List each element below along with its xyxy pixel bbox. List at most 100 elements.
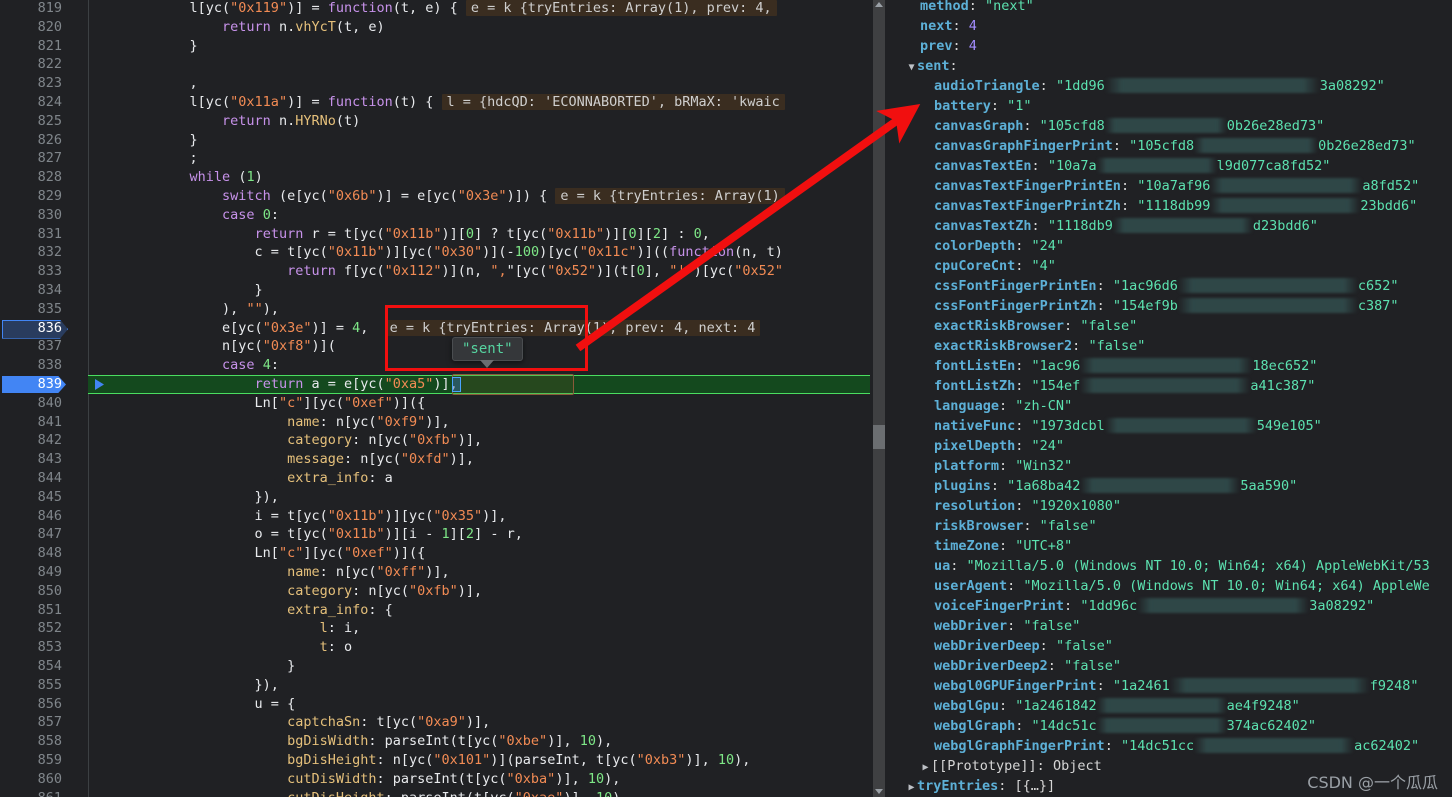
code-line[interactable]: return r = t[yc("0x11b")][0] ? t[yc("0x1… [92,225,710,244]
code-line[interactable]: case 4: [92,356,279,375]
inspector-row[interactable]: platform: "Win32" [934,456,1072,476]
scroll-up-icon[interactable] [875,2,883,7]
code-line[interactable]: extra_info: { [92,601,393,620]
line-number[interactable]: 832 [0,243,62,262]
line-number[interactable]: 819 [0,0,62,18]
code-line[interactable]: captchaSn: t[yc("0xa9")], [92,713,490,732]
code-line[interactable]: extra_info: a [92,469,393,488]
inspector-row[interactable]: exactRiskBrowser2: "false" [934,336,1145,356]
inspector-row[interactable]: webDriver: "false" [934,616,1080,636]
chevron-right-icon[interactable]: ▶ [920,758,931,778]
code-line[interactable]: } [92,281,263,300]
inspector-row[interactable]: method: "next" [920,0,1034,16]
inspector-row[interactable]: language: "zh-CN" [934,396,1072,416]
editor-scrollbar-thumb[interactable] [873,425,885,449]
code-line[interactable]: u = { [92,695,296,714]
code-line[interactable]: , [92,74,198,93]
code-line[interactable]: l[yc("0x119")] = function(t, e) { e = k … [92,0,777,18]
code-line[interactable]: l[yc("0x11a")] = function(t) { l = {hdcQ… [92,93,785,112]
line-number[interactable]: 851 [0,601,62,620]
line-number[interactable]: 847 [0,525,62,544]
line-number[interactable]: 820 [0,18,62,37]
inspector-row[interactable]: nativeFunc: "1973dcbl 549e105" [934,416,1322,436]
editor-scrollbar[interactable] [870,0,888,797]
line-number[interactable]: 830 [0,206,62,225]
code-line[interactable]: o = t[yc("0x11b")][i - 1][2] - r, [92,525,523,544]
line-number[interactable]: 836 [0,319,62,338]
code-line[interactable]: name: n[yc("0xf9")], [92,413,450,432]
line-number[interactable]: 841 [0,413,62,432]
inspector-row[interactable]: canvasTextFingerPrintZh: "1118db99 23bdd6… [934,196,1417,216]
line-number[interactable]: 846 [0,507,62,526]
line-number[interactable]: 854 [0,657,62,676]
inspector-row[interactable]: webgl0GPUFingerPrint: "1a2461 f9248" [934,676,1419,696]
line-number[interactable]: 857 [0,713,62,732]
code-line[interactable]: cutDisWidth: parseInt(t[yc("0xba")], 10)… [92,770,620,789]
inspector-row[interactable]: cpuCoreCnt: "4" [934,256,1056,276]
code-line[interactable]: bgDisHeight: n[yc("0x101")](parseInt, t[… [92,751,750,770]
line-number[interactable]: 853 [0,638,62,657]
line-number[interactable]: 852 [0,619,62,638]
line-number[interactable]: 828 [0,168,62,187]
inspector-row[interactable]: resolution: "1920x1080" [934,496,1121,516]
line-number[interactable]: 822 [0,55,62,74]
inspector-row[interactable]: webglGpu: "1a2461842 ae4f9248" [934,696,1300,716]
line-number[interactable]: 860 [0,770,62,789]
inspector-row[interactable]: audioTriangle: "1dd96 3a08292" [934,76,1385,96]
inspector-row[interactable]: ▶ tryEntries: [{…}] [906,776,1055,796]
line-number[interactable]: 849 [0,563,62,582]
inspector-row[interactable]: canvasGraphFingerPrint: "105cfd8 0b26e28e… [934,136,1416,156]
inspector-row[interactable]: webDriverDeep2: "false" [934,656,1121,676]
inspector-row[interactable]: fontListEn: "1ac96 18ec652" [934,356,1317,376]
inspector-row[interactable]: userAgent: "Mozilla/5.0 (Windows NT 10.0… [934,576,1430,596]
code-line[interactable]: bgDisWidth: parseInt(t[yc("0xbe")], 10), [92,732,612,751]
line-number[interactable]: 829 [0,187,62,206]
inspector-row[interactable]: colorDepth: "24" [934,236,1064,256]
code-line[interactable]: l: i, [92,619,361,638]
code-line[interactable]: case 0: [92,206,279,225]
code-line[interactable]: Ln["c"][yc("0xef")]({ [92,544,426,563]
inspector-row[interactable]: ▼ sent: [906,56,957,78]
code-line[interactable]: cutDisHeight: parseInt(t[yc("0xae")], 10… [92,789,628,797]
chevron-down-icon[interactable]: ▼ [906,58,917,78]
inspector-row[interactable]: canvasTextZh: "1118db9 d23bdd6" [934,216,1318,236]
scroll-down-icon[interactable] [875,789,883,794]
code-line[interactable]: }), [92,488,279,507]
inspector-row[interactable]: riskBrowser: "false" [934,516,1097,536]
code-line[interactable]: category: n[yc("0xfb")], [92,431,482,450]
line-number[interactable]: 821 [0,37,62,56]
inspector-row[interactable]: canvasTextEn: "10a7a l9d077ca8fd52" [934,156,1330,176]
code-line[interactable]: } [92,657,295,676]
code-line[interactable]: message: n[yc("0xfd")], [92,450,474,469]
line-number[interactable]: 843 [0,450,62,469]
line-number[interactable]: 835 [0,300,62,319]
inspector-row[interactable]: fontListZh: "154ef a41c387" [934,376,1315,396]
line-number[interactable]: 856 [0,695,62,714]
code-line[interactable]: switch (e[yc("0x6b")] = e[yc("0x3e")]) {… [92,187,785,206]
line-number[interactable]: 850 [0,582,62,601]
source-code-editor[interactable]: 819 l[yc("0x119")] = function(t, e) { e … [0,0,888,797]
line-number[interactable]: 842 [0,431,62,450]
code-line[interactable]: name: n[yc("0xff")], [92,563,450,582]
line-number[interactable]: 824 [0,93,62,112]
line-number[interactable]: 838 [0,356,62,375]
inspector-row[interactable]: next: 4 [920,16,977,36]
code-line[interactable]: c = t[yc("0x11b")][yc("0x30")](-100)[yc(… [92,243,783,262]
inspector-row[interactable]: prev: 4 [920,36,977,56]
inspector-row[interactable]: cssFontFingerPrintZh: "154ef9b c387" [934,296,1399,316]
code-line[interactable]: i = t[yc("0x11b")][yc("0x35")], [92,507,507,526]
inspector-row[interactable]: exactRiskBrowser: "false" [934,316,1137,336]
inspector-row[interactable]: ▶ [[Prototype]]: Object [920,756,1101,778]
code-line[interactable]: } [92,131,198,150]
line-number[interactable]: 827 [0,149,62,168]
code-line[interactable]: return n.HYRNo(t) [92,112,360,131]
code-line[interactable]: }), [92,676,279,695]
line-number[interactable]: 833 [0,262,62,281]
line-number[interactable]: 844 [0,469,62,488]
token-selection-box[interactable] [452,374,574,395]
line-number[interactable]: 826 [0,131,62,150]
line-number[interactable]: 848 [0,544,62,563]
line-number[interactable]: 831 [0,225,62,244]
inspector-row[interactable]: canvasTextFingerPrintEn: "10a7af96 a8fd52… [934,176,1419,196]
line-number[interactable]: 861 [0,789,62,797]
